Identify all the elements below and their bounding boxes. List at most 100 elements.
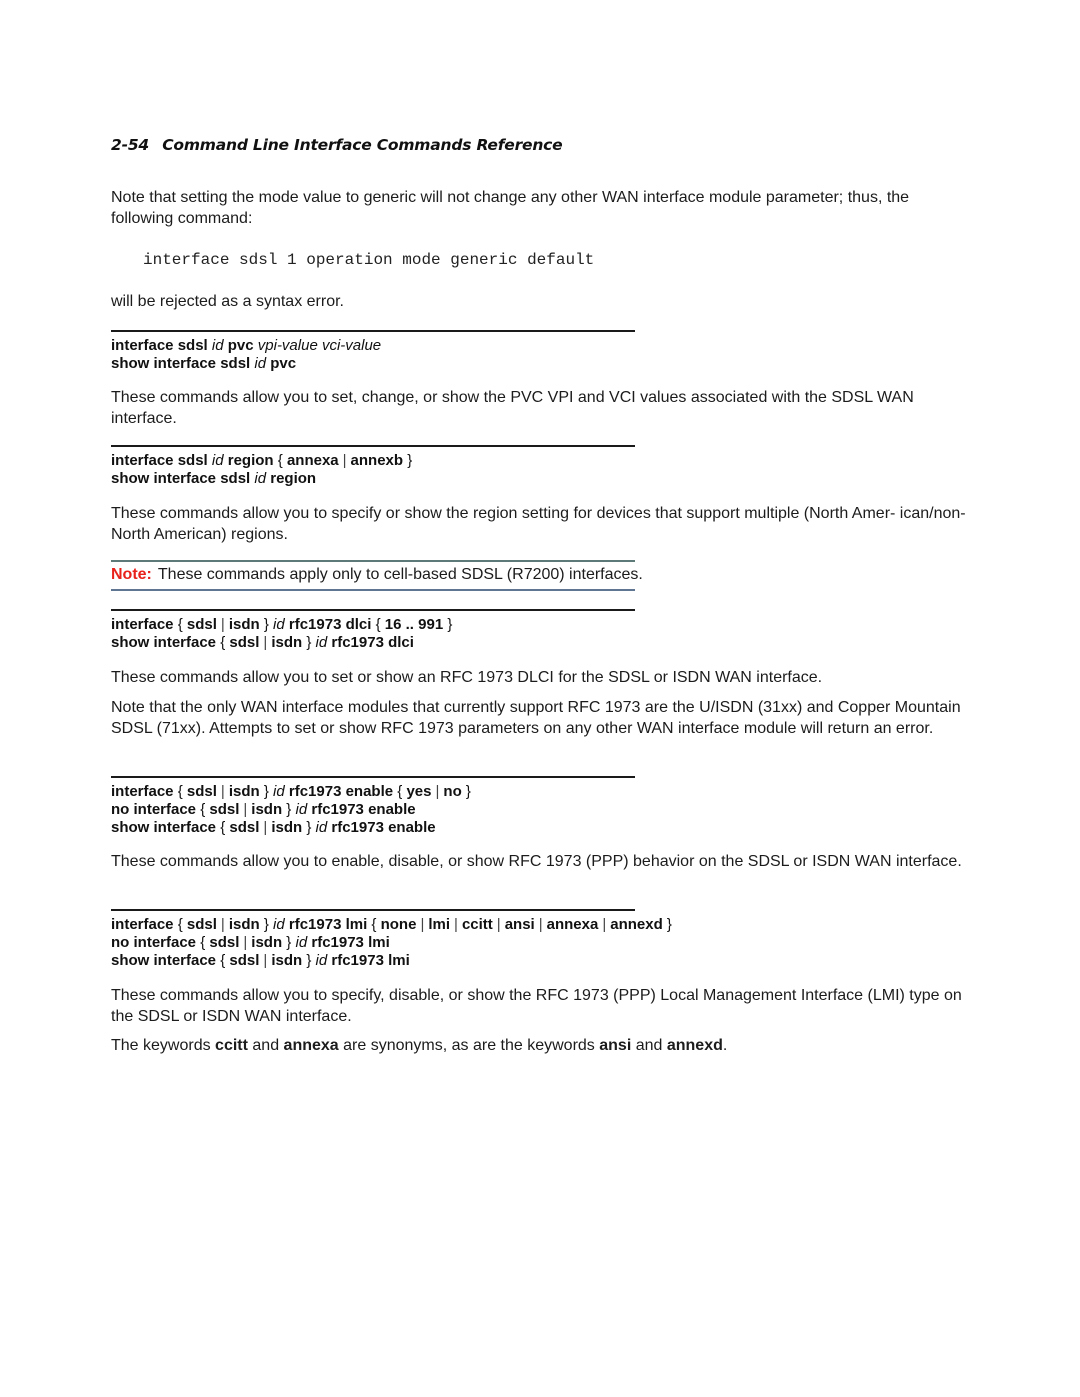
syntax-separator: | [435,783,440,800]
syntax-keyword: lmi [428,916,451,933]
syntax-brace: { [200,934,210,951]
command-syntax: show interface { sdsl | isdn } id rfc1973 … [111,634,452,652]
text-run: . [722,1037,728,1054]
command-syntax: show interface sdsl id pvc [111,355,381,373]
syntax-keyword: show interface [111,952,221,969]
syntax-keyword: annexa [546,916,599,933]
syntax-keyword: isdn [271,952,303,969]
syntax-keyword: rfc1973 enable [307,801,416,818]
command-syntax: interface { sdsl | isdn } id rfc1973 enabl… [111,783,471,801]
syntax-keyword: interface sdsl [111,337,212,354]
syntax-keyword: rfc1973 dlci [327,634,414,651]
syntax-brace: { [220,952,230,969]
syntax-argument: id [295,801,308,818]
syntax-argument: id [254,355,267,372]
syntax-brace: { [277,452,287,469]
syntax-keyword: sdsl [186,783,217,800]
syntax-keyword: sdsl [229,819,260,836]
syntax-brace: } [443,616,453,633]
syntax-brace: { [177,916,187,933]
section-rule [111,776,635,778]
syntax-keyword: none [380,916,417,933]
syntax-keyword: annexb [350,452,404,469]
syntax-keyword: show interface sdsl [111,470,255,487]
section-description: These commands allow you to set, change,… [111,389,914,427]
syntax-brace: } [259,616,274,633]
keyword: ansi [599,1037,632,1054]
section-rule [111,445,635,447]
syntax-separator: | [243,934,248,951]
syntax-separator: | [420,916,425,933]
syntax-brace: } [302,952,316,969]
syntax-argument: vpi-value vci-value [257,337,382,354]
command-block-dlci: interface { sdsl | isdn } id rfc1973 dlci … [111,616,452,652]
syntax-keyword: pvc [223,337,258,354]
syntax-argument: id [211,337,224,354]
syntax-keyword: rfc1973 lmi [327,952,410,969]
command-block-pvc: interface sdsl id pvc vpi-value vci-valu… [111,337,381,373]
syntax-keyword: isdn [228,916,260,933]
syntax-keyword: isdn [271,819,303,836]
section-description: These commands allow you to specify, dis… [111,987,962,1025]
syntax-keyword: region [223,452,278,469]
syntax-keyword: pvc [266,355,297,372]
command-syntax: interface { sdsl | isdn } id rfc1973 lmi {… [111,916,672,934]
syntax-argument: id [315,952,328,969]
syntax-brace: } [403,452,413,469]
command-block-region: interface sdsl id region { annexa | annexb… [111,452,412,488]
syntax-separator: | [220,916,225,933]
intro-paragraph: Note that setting the mode value to gene… [111,189,910,227]
syntax-argument: id [295,934,308,951]
syntax-keyword: sdsl [209,801,240,818]
syntax-keyword: no interface [111,934,201,951]
syntax-keyword: yes [406,783,432,800]
syntax-keyword: rfc1973 lmi [307,934,390,951]
syntax-keyword: annexa [286,452,339,469]
syntax-keyword: isdn [271,634,303,651]
syntax-separator: | [263,819,268,836]
syntax-brace: { [200,801,210,818]
section-rule [111,909,635,911]
page-number: 2-54 [111,136,149,154]
syntax-argument: id [273,916,285,933]
keyword-synonyms-paragraph: The keywords ccitt and annexa are synony… [111,1036,969,1057]
code-example: interface sdsl 1 operation mode generic … [143,251,595,269]
intro-after-code: will be rejected as a syntax error. [111,293,344,310]
note-rule-bottom [111,589,635,591]
text-run: and [631,1037,667,1054]
syntax-keyword: show interface sdsl [111,355,255,372]
syntax-brace: } [259,783,274,800]
syntax-keyword: sdsl [209,934,240,951]
section-rule [111,330,635,332]
command-block-enable: interface { sdsl | isdn } id rfc1973 enabl… [111,783,471,837]
syntax-keyword: rfc1973 lmi [284,916,372,933]
command-block-lmi: interface { sdsl | isdn } id rfc1973 lmi {… [111,916,672,970]
syntax-brace: } [282,934,296,951]
syntax-argument: id [315,819,328,836]
syntax-argument: id [254,470,267,487]
syntax-separator: | [602,916,607,933]
syntax-keyword: rfc1973 enable [327,819,436,836]
syntax-keyword: 16 .. 991 [384,616,444,633]
syntax-keyword: interface [111,916,178,933]
syntax-keyword: region [266,470,317,487]
running-head: 2-54 Command Line Interface Commands Ref… [111,136,563,154]
command-syntax: show interface { sdsl | isdn } id rfc1973 … [111,819,471,837]
syntax-separator: | [220,783,225,800]
syntax-keyword: isdn [228,783,260,800]
syntax-keyword: isdn [251,801,283,818]
syntax-keyword: rfc1973 enable [284,783,398,800]
syntax-argument: id [273,783,285,800]
syntax-keyword: ansi [504,916,535,933]
syntax-keyword: sdsl [229,952,260,969]
syntax-keyword: interface [111,783,178,800]
syntax-keyword: interface sdsl [111,452,212,469]
syntax-keyword: show interface [111,819,221,836]
keyword: annexa [283,1037,339,1054]
syntax-keyword: rfc1973 dlci [284,616,376,633]
section-description: These commands allow you to enable, disa… [111,853,962,870]
syntax-separator: | [342,452,347,469]
keyword: annexd [666,1037,723,1054]
syntax-brace: } [302,634,316,651]
syntax-keyword: no interface [111,801,201,818]
